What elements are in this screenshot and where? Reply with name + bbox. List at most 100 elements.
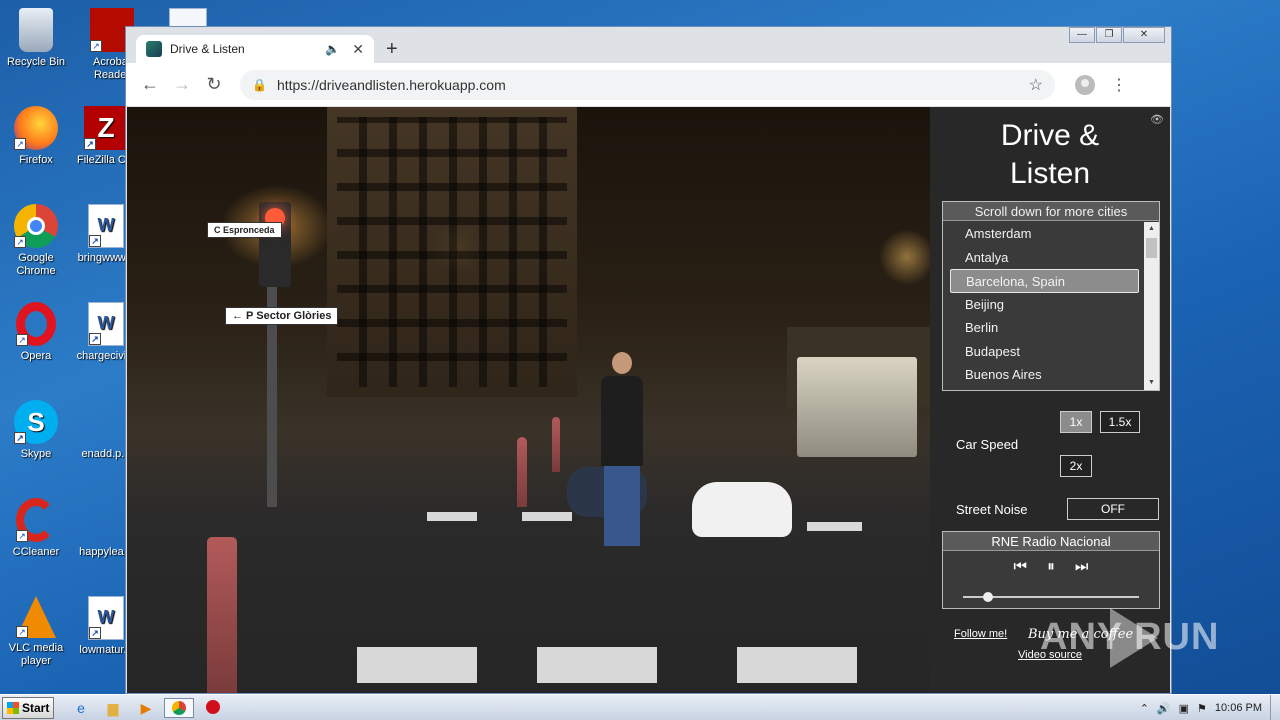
- bollard: [207, 537, 237, 693]
- volume-slider-knob[interactable]: [982, 592, 993, 602]
- address-bar[interactable]: 🔒 https://driveandlisten.herokuapp.com ☆: [240, 69, 1055, 100]
- speaker-icon[interactable]: 🔈: [325, 42, 340, 56]
- volume-icon[interactable]: 🔊: [1157, 702, 1171, 715]
- clock[interactable]: 10:06 PM: [1215, 702, 1262, 714]
- browser-window: Drive & Listen 🔈 ✕ + — ❐ ✕ ← → ↻ 🔒 https…: [125, 26, 1172, 694]
- bollard: [552, 417, 560, 472]
- desktop-icon-vlc[interactable]: ↗ VLC media player: [0, 596, 72, 668]
- bollard: [517, 437, 527, 507]
- speed-1x-button[interactable]: 1x: [1060, 411, 1092, 433]
- media-player-icon[interactable]: ▶: [135, 698, 157, 718]
- minimize-button[interactable]: —: [1069, 27, 1095, 43]
- city-item-antalya[interactable]: Antalya: [943, 246, 1145, 270]
- street-noise-label: Street Noise: [956, 502, 1028, 517]
- word-doc-icon: W ↗: [88, 204, 124, 248]
- lock-icon: 🔒: [252, 77, 267, 92]
- city-item-berlin[interactable]: Berlin: [943, 316, 1145, 340]
- bookmark-star-icon[interactable]: ☆: [1029, 75, 1043, 95]
- new-tab-button[interactable]: +: [386, 38, 398, 61]
- profile-avatar-icon[interactable]: [1075, 74, 1095, 95]
- pause-icon[interactable]: ⏸: [1047, 558, 1055, 575]
- pedestrian: [597, 352, 647, 552]
- recycle-bin-icon: [19, 8, 53, 52]
- desktop-icon-ccleaner[interactable]: ↗ CCleaner: [0, 498, 72, 559]
- opera-taskbar-icon[interactable]: [202, 698, 224, 718]
- white-dog: [692, 482, 792, 537]
- building-left: [327, 107, 577, 397]
- crosswalk-stripe: [737, 647, 857, 683]
- show-desktop-button[interactable]: [1270, 695, 1280, 720]
- shortcut-arrow-icon: ↗: [16, 334, 28, 346]
- desktop-icon-firefox[interactable]: ↗ Firefox: [0, 106, 72, 167]
- speed-2x-button[interactable]: 2x: [1060, 455, 1092, 477]
- city-item-beijing[interactable]: Beijing: [943, 293, 1145, 317]
- windows-logo-icon: [7, 702, 19, 714]
- desktop-icon-recycle-bin[interactable]: Recycle Bin: [0, 8, 72, 69]
- word-doc-icon: W ↗: [88, 302, 124, 346]
- street-video: C Espronceda ← P Sector Glòries: [127, 107, 930, 693]
- word-doc-icon: [169, 8, 207, 28]
- follow-me-link[interactable]: Follow me!: [954, 628, 1007, 640]
- speed-1-5x-button[interactable]: 1.5x: [1100, 411, 1140, 433]
- watermark-text: ANY RUN: [1040, 616, 1220, 658]
- reload-icon[interactable]: ↻: [198, 74, 230, 95]
- previous-station-icon[interactable]: ⏮: [1014, 558, 1028, 575]
- shortcut-arrow-icon: ↗: [89, 333, 101, 345]
- shortcut-arrow-icon: ↗: [89, 627, 101, 639]
- tray-expand-icon[interactable]: ⌃: [1140, 702, 1149, 715]
- action-center-flag-icon[interactable]: ⚑: [1197, 702, 1207, 715]
- shortcut-arrow-icon: ↗: [84, 138, 96, 150]
- street-noise-toggle[interactable]: OFF: [1067, 498, 1159, 520]
- system-tray: ⌃ 🔊 ▣ ⚑ 10:06 PM: [1140, 695, 1280, 720]
- scroll-down-icon[interactable]: ▼: [1144, 376, 1159, 390]
- desktop-icon-skype[interactable]: S ↗ Skype: [0, 400, 72, 461]
- tab-close-icon[interactable]: ✕: [352, 41, 364, 58]
- control-panel: 👁 Drive & Listen Scroll down for more ci…: [930, 107, 1170, 693]
- app-title-line-1: Drive &: [1000, 119, 1100, 152]
- tab-drive-and-listen[interactable]: Drive & Listen 🔈 ✕: [136, 35, 374, 63]
- desktop-icon-label: Firefox: [19, 154, 53, 166]
- desktop-icon-label: Recycle Bin: [6, 56, 66, 68]
- back-arrow-icon[interactable]: ←: [134, 74, 166, 95]
- taskbar: Start e ▆ ▶ ⌃ 🔊 ▣ ⚑ 10:06 PM: [0, 694, 1280, 720]
- shortcut-arrow-icon: ↗: [16, 530, 28, 542]
- volume-slider[interactable]: [963, 592, 1139, 602]
- desktop-icon-chrome[interactable]: ↗ Google Chrome: [0, 204, 72, 278]
- radio-player: RNE Radio Nacional ⏮ ⏸ ⏭: [942, 531, 1160, 609]
- favicon-icon: [146, 41, 162, 57]
- city-item-buenos-aires[interactable]: Buenos Aires: [943, 363, 1145, 387]
- chrome-taskbar-icon[interactable]: [164, 698, 194, 718]
- forward-arrow-icon[interactable]: →: [166, 74, 198, 95]
- browser-menu-icon[interactable]: ⋮: [1111, 75, 1127, 95]
- blank-file-icon: [84, 400, 128, 444]
- shortcut-arrow-icon: ↗: [16, 626, 28, 638]
- app-title-line-2: Listen: [1009, 157, 1091, 190]
- ie-icon[interactable]: e: [70, 698, 92, 718]
- start-button[interactable]: Start: [2, 697, 54, 719]
- scroll-thumb[interactable]: [1146, 238, 1157, 258]
- desktop-icon-opera[interactable]: ↗ Opera: [0, 302, 72, 363]
- traffic-light: [259, 202, 291, 287]
- close-window-button[interactable]: ✕: [1123, 27, 1165, 43]
- city-item-amsterdam[interactable]: Amsterdam: [943, 222, 1145, 246]
- vlc-icon: ↗: [16, 596, 56, 638]
- crosswalk-stripe: [522, 512, 572, 521]
- restore-button[interactable]: ❐: [1096, 27, 1122, 43]
- city-list-scrollbar[interactable]: ▲ ▼: [1144, 222, 1159, 390]
- next-station-icon[interactable]: ⏭: [1075, 558, 1089, 575]
- tab-title: Drive & Listen: [170, 42, 245, 56]
- city-list[interactable]: Amsterdam Antalya Barcelona, Spain Beiji…: [943, 222, 1145, 387]
- url-text: https://driveandlisten.herokuapp.com: [276, 76, 506, 93]
- scroll-up-icon[interactable]: ▲: [1144, 222, 1159, 236]
- desktop-icon-label: VLC media player: [8, 642, 64, 667]
- desktop-icon-label: CCleaner: [12, 546, 60, 558]
- radio-station-name: RNE Radio Nacional: [943, 532, 1159, 551]
- street-sign-sector: ← P Sector Glòries: [225, 307, 339, 325]
- city-item-barcelona[interactable]: Barcelona, Spain: [950, 269, 1139, 293]
- start-label: Start: [22, 701, 50, 715]
- network-icon[interactable]: ▣: [1179, 702, 1189, 715]
- explorer-folder-icon[interactable]: ▆: [102, 698, 124, 718]
- word-doc-icon: W ↗: [88, 596, 124, 640]
- city-item-budapest[interactable]: Budapest: [943, 340, 1145, 364]
- opera-icon: ↗: [16, 302, 56, 346]
